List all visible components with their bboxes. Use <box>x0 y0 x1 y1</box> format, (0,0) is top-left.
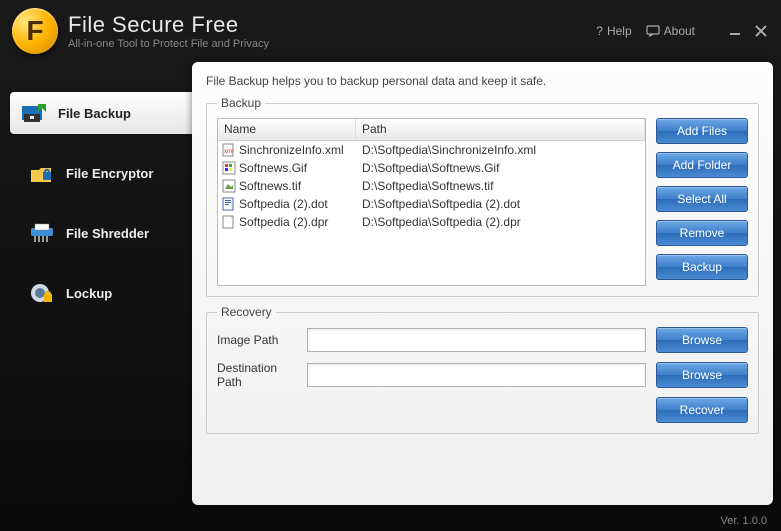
sidebar-item-label: File Backup <box>58 106 131 121</box>
file-path: D:\Softpedia\Softnews.Gif <box>356 161 645 175</box>
backup-buttons: Add Files Add Folder Select All Remove B… <box>656 118 748 286</box>
sidebar: File Backup File Encryptor File Shredder… <box>0 62 192 505</box>
file-table[interactable]: Name Path xml SinchronizeInfo.xml D:\Softp… <box>217 118 646 286</box>
svg-text:xml: xml <box>224 149 233 155</box>
table-body: xml SinchronizeInfo.xml D:\Softpedia\Sinch… <box>218 141 645 231</box>
about-label: About <box>664 24 695 38</box>
file-icon: xml <box>222 143 236 157</box>
sidebar-item-label: File Encryptor <box>66 166 153 181</box>
add-folder-button[interactable]: Add Folder <box>656 152 748 178</box>
about-link[interactable]: About <box>646 24 695 38</box>
main-panel: File Backup helps you to backup personal… <box>192 62 773 505</box>
col-path[interactable]: Path <box>356 119 645 140</box>
lockup-icon <box>28 281 56 305</box>
table-header: Name Path <box>218 119 645 141</box>
table-row[interactable]: Softpedia (2).dot D:\Softpedia\Softpedia … <box>218 195 645 213</box>
file-name: Softnews.tif <box>239 179 301 193</box>
recover-button[interactable]: Recover <box>656 397 748 423</box>
file-name: SinchronizeInfo.xml <box>239 143 344 157</box>
file-path: D:\Softpedia\Softnews.tif <box>356 179 645 193</box>
shredder-icon <box>28 221 56 245</box>
body-area: File Backup File Encryptor File Shredder… <box>0 62 781 511</box>
file-path: D:\Softpedia\Softpedia (2).dot <box>356 197 645 211</box>
help-icon: ? <box>596 24 603 38</box>
file-path: D:\Softpedia\SinchronizeInfo.xml <box>356 143 645 157</box>
select-all-button[interactable]: Select All <box>656 186 748 212</box>
file-name: Softnews.Gif <box>239 161 307 175</box>
image-path-label: Image Path <box>217 333 297 347</box>
table-row[interactable]: Softnews.Gif D:\Softpedia\Softnews.Gif <box>218 159 645 177</box>
dest-path-label: Destination Path <box>217 361 297 389</box>
file-icon <box>222 179 236 193</box>
titlebar: F File Secure Free All-in-one Tool to Pr… <box>0 0 781 62</box>
col-name[interactable]: Name <box>218 119 356 140</box>
title-links: ? Help About <box>596 23 769 39</box>
app-subtitle: All-in-one Tool to Protect File and Priv… <box>68 38 269 50</box>
sidebar-item-file-backup[interactable]: File Backup <box>10 92 192 134</box>
app-title: File Secure Free <box>68 12 269 38</box>
app-window: F File Secure Free All-in-one Tool to Pr… <box>0 0 781 531</box>
sidebar-item-file-encryptor[interactable]: File Encryptor <box>18 152 192 194</box>
backup-button[interactable]: Backup <box>656 254 748 280</box>
dest-path-input[interactable] <box>307 363 646 387</box>
sidebar-item-label: File Shredder <box>66 226 149 241</box>
file-icon <box>222 215 236 229</box>
table-row[interactable]: Softpedia (2).dpr D:\Softpedia\Softpedia … <box>218 213 645 231</box>
window-controls <box>727 23 769 39</box>
browse-image-button[interactable]: Browse <box>656 327 748 353</box>
sidebar-item-file-shredder[interactable]: File Shredder <box>18 212 192 254</box>
backup-icon <box>20 101 48 125</box>
panel-description: File Backup helps you to backup personal… <box>206 74 759 88</box>
sidebar-item-lockup[interactable]: Lockup <box>18 272 192 314</box>
add-files-button[interactable]: Add Files <box>656 118 748 144</box>
backup-group: Backup Name Path xml SinchronizeInfo.xml D… <box>206 96 759 297</box>
browse-dest-button[interactable]: Browse <box>656 362 748 388</box>
table-row[interactable]: xml SinchronizeInfo.xml D:\Softpedia\Sinch… <box>218 141 645 159</box>
encryptor-icon <box>28 161 56 185</box>
help-label: Help <box>607 24 632 38</box>
file-icon <box>222 161 236 175</box>
table-row[interactable]: Softnews.tif D:\Softpedia\Softnews.tif <box>218 177 645 195</box>
remove-button[interactable]: Remove <box>656 220 748 246</box>
version-label: Ver. 1.0.0 <box>0 511 781 531</box>
image-path-input[interactable] <box>307 328 646 352</box>
recovery-group: Recovery Image Path Browse Destination P… <box>206 305 759 434</box>
title-block: File Secure Free All-in-one Tool to Prot… <box>68 12 269 50</box>
file-icon <box>222 197 236 211</box>
help-link[interactable]: ? Help <box>596 24 631 38</box>
file-name: Softpedia (2).dot <box>239 197 328 211</box>
backup-legend: Backup <box>217 96 265 110</box>
speech-icon <box>646 25 660 37</box>
recovery-legend: Recovery <box>217 305 276 319</box>
file-name: Softpedia (2).dpr <box>239 215 328 229</box>
minimize-button[interactable] <box>727 23 743 39</box>
sidebar-item-label: Lockup <box>66 286 112 301</box>
app-logo-icon: F <box>12 8 58 54</box>
file-path: D:\Softpedia\Softpedia (2).dpr <box>356 215 645 229</box>
close-button[interactable] <box>753 23 769 39</box>
